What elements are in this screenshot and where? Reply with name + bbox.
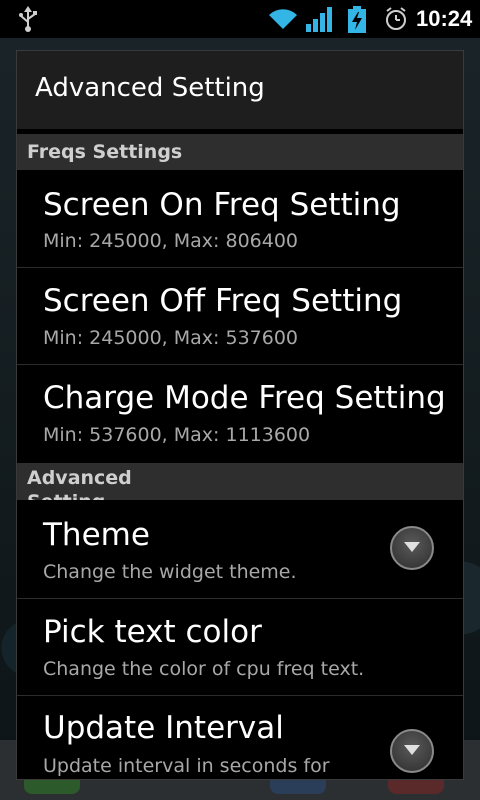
theme-dropdown-icon[interactable] (390, 526, 434, 570)
usb-icon (19, 6, 37, 32)
status-time: 10:24 (416, 6, 473, 31)
pref-summary: Min: 245000, Max: 806400 (43, 230, 299, 252)
section-header-advanced: Advanced Setting (17, 463, 463, 500)
pref-summary: Update interval in seconds for (43, 755, 330, 777)
update-interval-dropdown-icon[interactable] (390, 729, 434, 773)
dialog-title: Advanced Setting (35, 73, 265, 103)
pref-title: Charge Mode Freq Setting (43, 380, 446, 416)
chevron-down-icon (404, 745, 420, 755)
pref-screen-on-freq[interactable]: Screen On Freq Setting Min: 245000, Max:… (17, 171, 463, 268)
pref-title: Update Interval (43, 710, 284, 746)
pref-pick-text-color[interactable]: Pick text color Change the color of cpu … (17, 599, 463, 696)
pref-theme[interactable]: Theme Change the widget theme. (17, 501, 463, 599)
pref-screen-off-freq[interactable]: Screen Off Freq Setting Min: 245000, Max… (17, 268, 463, 365)
signal-icon (306, 7, 332, 32)
battery-charging-icon (348, 6, 366, 33)
pref-charge-mode-freq[interactable]: Charge Mode Freq Setting Min: 537600, Ma… (17, 365, 463, 462)
wifi-icon (269, 9, 297, 29)
pref-title: Screen Off Freq Setting (43, 283, 403, 319)
status-bar: 10:24 (0, 0, 480, 38)
advanced-setting-dialog: Advanced Setting Freqs Settings Screen O… (16, 50, 464, 780)
chevron-down-icon (404, 542, 420, 552)
section-header-label: Freqs Settings (27, 141, 183, 163)
pref-update-interval[interactable]: Update Interval Update interval in secon… (17, 696, 463, 779)
pref-summary: Change the color of cpu freq text. (43, 658, 365, 680)
pref-title: Pick text color (43, 614, 262, 650)
section-header-label: Advanced Setting (27, 467, 132, 500)
dialog-title-bar: Advanced Setting (17, 51, 463, 129)
alarm-icon (386, 7, 406, 30)
pref-title: Theme (43, 517, 150, 553)
pref-title: Screen On Freq Setting (43, 187, 401, 223)
pref-summary: Min: 245000, Max: 537600 (43, 327, 299, 349)
pref-summary: Min: 537600, Max: 1113600 (43, 424, 311, 446)
section-header-freqs: Freqs Settings (17, 134, 463, 170)
pref-summary: Change the widget theme. (43, 561, 297, 583)
